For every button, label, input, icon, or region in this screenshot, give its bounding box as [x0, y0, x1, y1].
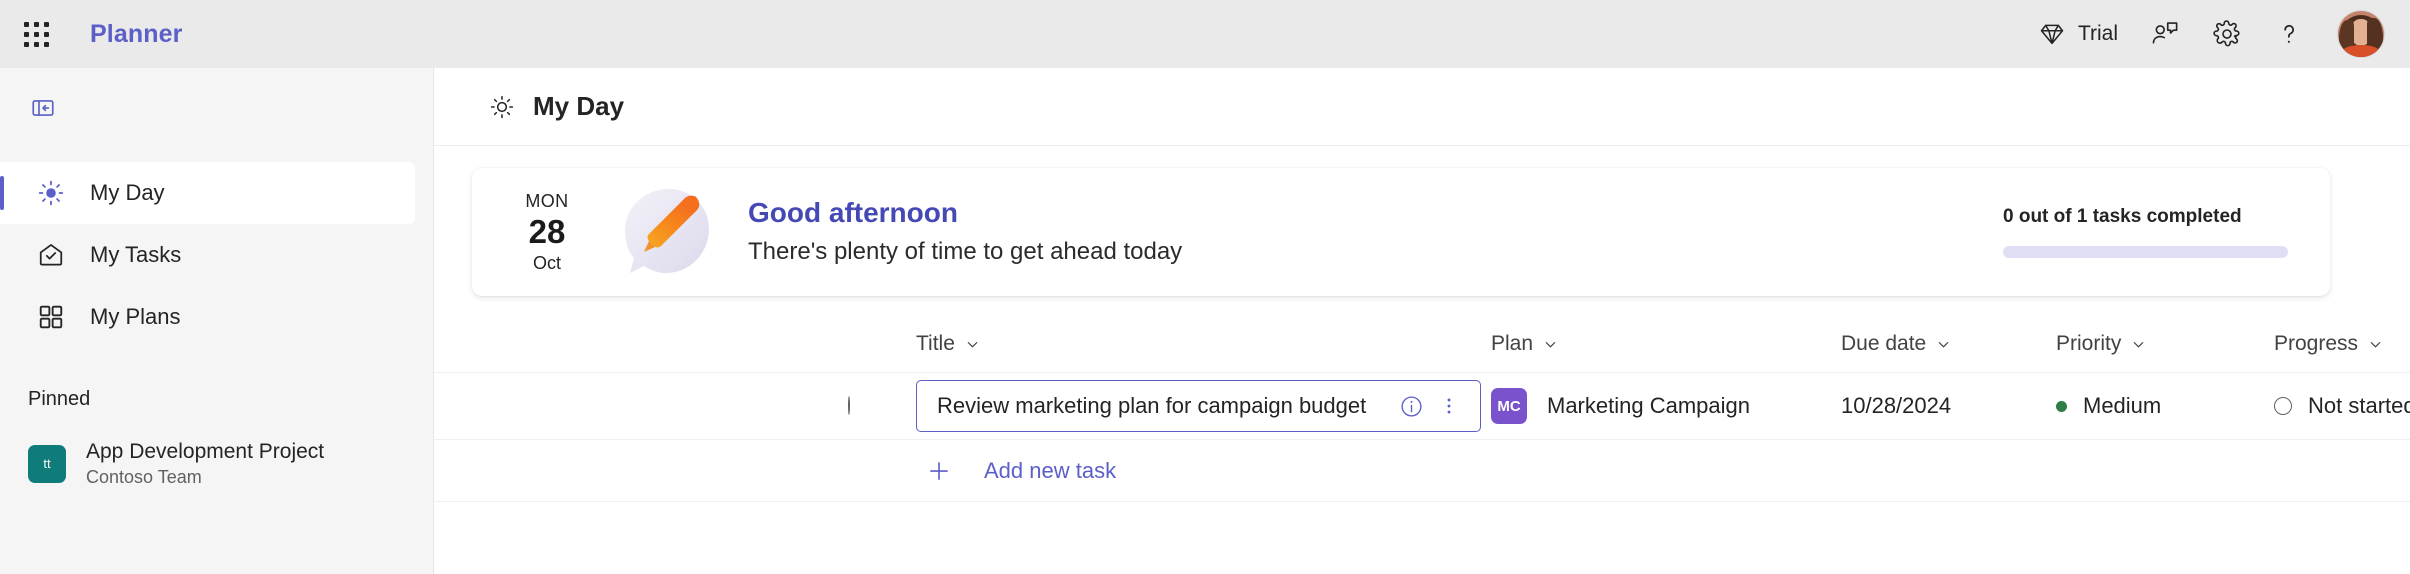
sidebar-item-my-tasks[interactable]: My Tasks: [0, 224, 415, 286]
settings-button[interactable]: [2196, 10, 2258, 58]
column-header-title[interactable]: Title: [916, 332, 1491, 356]
greeting-subtitle: There's plenty of time to get ahead toda…: [748, 237, 1183, 265]
column-header-label: Priority: [2056, 332, 2122, 355]
chevron-down-icon: [1543, 337, 1558, 352]
planner-app: Planner Trial My Day My Tasks My Plans P…: [0, 0, 2410, 574]
greeting-text-block: Good afternoon There's plenty of time to…: [748, 197, 1182, 266]
column-header-progress[interactable]: Progress: [2274, 332, 2410, 356]
sidebar-item-label: My Tasks: [90, 242, 182, 267]
sidebar-item-my-day[interactable]: My Day: [0, 162, 415, 224]
add-new-task-row[interactable]: Add new task: [434, 440, 2410, 502]
app-title[interactable]: Planner: [90, 20, 182, 49]
date-day-of-week: MON: [525, 190, 569, 211]
task-progress-cell[interactable]: Not started: [2274, 393, 2410, 419]
diamond-icon: [2038, 20, 2066, 48]
sun-icon: [34, 179, 68, 207]
plan-subtitle: Contoso Team: [86, 467, 202, 488]
progress-bar-track: [2003, 246, 2288, 258]
panel-collapse-icon: [30, 95, 56, 126]
date-block: MON 28 Oct: [508, 189, 586, 276]
page-header: My Day: [434, 68, 2410, 146]
main-content: My Day MON 28 Oct Good afternoon There's…: [434, 68, 2410, 574]
sidebar-pinned-plan[interactable]: tt App Development Project Contoso Team: [0, 425, 415, 503]
avatar-shirt: [2342, 45, 2380, 57]
chevron-down-icon: [2368, 337, 2383, 352]
task-title-input[interactable]: Review marketing plan for campaign budge…: [916, 380, 1481, 432]
plan-meta: App Development Project Contoso Team: [86, 439, 324, 489]
progress-not-started-icon: [2274, 397, 2292, 415]
greeting-banner: MON 28 Oct Good afternoon There's plenty…: [472, 168, 2330, 296]
column-header-due-date[interactable]: Due date: [1841, 332, 2056, 356]
trial-button[interactable]: Trial: [2022, 10, 2134, 58]
waffle-grid-icon: [23, 21, 49, 47]
chevron-down-icon: [965, 337, 980, 352]
grid-squares-icon: [34, 303, 68, 331]
task-due-date[interactable]: 10/28/2024: [1841, 393, 1951, 418]
column-header-priority[interactable]: Priority: [2056, 332, 2274, 356]
sidebar-item-label: My Plans: [90, 304, 181, 329]
column-header-plan[interactable]: Plan: [1491, 332, 1841, 356]
date-day-number: 28: [528, 213, 566, 251]
sidebar-item-my-plans[interactable]: My Plans: [0, 286, 415, 348]
sidebar-collapse-row: [0, 82, 433, 138]
person-chat-icon: [2150, 19, 2180, 49]
date-month: Oct: [532, 252, 561, 273]
info-icon[interactable]: [1394, 394, 1428, 419]
column-header-label: Progress: [2274, 332, 2359, 355]
feedback-button[interactable]: [2134, 10, 2196, 58]
question-mark-icon: [2274, 19, 2304, 49]
chevron-down-icon: [1936, 337, 1951, 352]
sidebar-item-label: My Day: [90, 180, 165, 205]
tasks-table: Title Plan Due date Priority Progress Re…: [434, 320, 2410, 502]
pencil-speech-bubble-illustration: [612, 180, 722, 284]
task-plan-cell[interactable]: MC Marketing Campaign: [1491, 388, 1841, 424]
plan-initials-badge: MC: [1491, 388, 1527, 424]
priority-dot-icon: [2056, 400, 2067, 412]
avatar[interactable]: [2338, 11, 2384, 57]
plan-name: App Development Project: [86, 440, 325, 463]
task-plan-name: Marketing Campaign: [1547, 393, 1750, 418]
plan-avatar: tt: [28, 444, 66, 483]
collapse-navigation-button[interactable]: [22, 89, 64, 131]
top-app-bar: Planner Trial: [0, 0, 2410, 68]
task-complete-checkbox[interactable]: [848, 396, 850, 415]
column-header-label: Due date: [1841, 332, 1927, 355]
task-priority-cell[interactable]: Medium: [2056, 393, 2274, 419]
task-title-text[interactable]: Review marketing plan for campaign budge…: [937, 393, 1394, 419]
pinned-section-header: Pinned: [28, 388, 91, 410]
tasks-progress-block: 0 out of 1 tasks completed: [2003, 206, 2288, 258]
task-progress-label: Not started: [2308, 393, 2410, 418]
page-title: My Day: [533, 91, 625, 121]
trial-label: Trial: [2077, 22, 2118, 45]
more-options-icon[interactable]: [1434, 395, 1464, 417]
help-button[interactable]: [2258, 10, 2320, 58]
greeting-title: Good afternoon: [748, 197, 958, 229]
tasks-completed-label: 0 out of 1 tasks completed: [2003, 206, 2242, 227]
tasks-home-icon: [34, 241, 68, 269]
task-priority-label: Medium: [2083, 393, 2162, 418]
column-header-label: Plan: [1491, 332, 1534, 355]
app-body: My Day My Tasks My Plans Pinned tt App D…: [0, 68, 2410, 574]
add-new-task-label: Add new task: [984, 457, 1117, 483]
top-bar-actions: Trial: [2022, 10, 2388, 58]
chevron-down-icon: [2131, 337, 2146, 352]
sidebar-nav: My Day My Tasks My Plans: [0, 162, 433, 348]
plus-icon: [916, 458, 962, 484]
tasks-table-header-row: Title Plan Due date Priority Progress: [434, 320, 2410, 372]
table-row: Review marketing plan for campaign budge…: [434, 372, 2410, 440]
sidebar: My Day My Tasks My Plans Pinned tt App D…: [0, 68, 434, 574]
greeting-banner-wrapper: MON 28 Oct Good afternoon There's plenty…: [434, 146, 2410, 296]
sun-icon: [489, 94, 515, 120]
column-header-label: Title: [916, 332, 955, 355]
app-launcher-button[interactable]: [14, 12, 58, 56]
gear-icon: [2212, 19, 2242, 49]
